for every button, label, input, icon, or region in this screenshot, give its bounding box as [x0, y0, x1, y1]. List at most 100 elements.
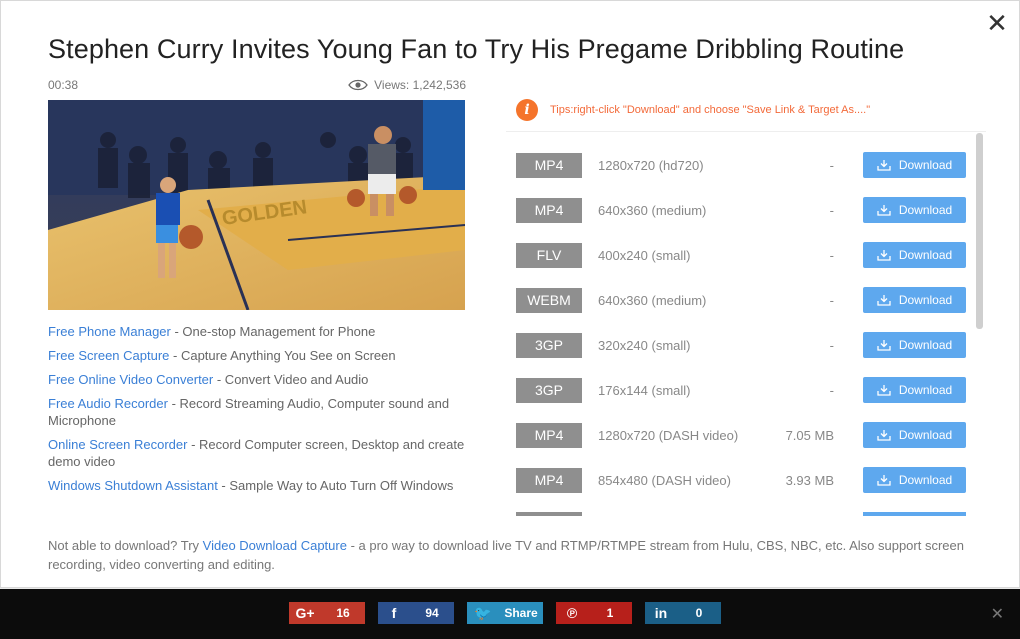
format-list: MP4 1280x720 (hd720) - Download MP4 640x360 (…: [506, 131, 986, 516]
download-label: Download: [898, 248, 953, 262]
list-item: Online Screen Recorder - Record Computer…: [48, 436, 468, 470]
video-duration: 00:38: [48, 78, 79, 92]
share-count: 94: [425, 606, 439, 620]
twitter-icon: 🐦: [474, 604, 492, 621]
linkedin-icon: in: [654, 605, 668, 621]
related-links: Free Phone Manager - One-stop Management…: [48, 323, 468, 501]
googleplus-icon: G+: [295, 605, 315, 621]
format-badge: FLV: [516, 243, 582, 268]
download-button-partial[interactable]: [863, 512, 966, 516]
share-count: Share: [504, 606, 538, 620]
pinterest-icon: ℗: [566, 605, 578, 621]
link-free-screen-capture[interactable]: Free Screen Capture: [48, 348, 169, 363]
link-description: - Capture Anything You See on Screen: [169, 348, 396, 363]
format-resolution: 854x480 (DASH video): [598, 473, 731, 488]
download-label: Download: [898, 158, 953, 172]
views-label: Views: 1,242,536: [374, 78, 466, 92]
download-button[interactable]: Download: [863, 377, 966, 403]
format-size: -: [829, 158, 834, 173]
format-badge: MP4: [516, 468, 582, 493]
link-free-online-video-converter[interactable]: Free Online Video Converter: [48, 372, 213, 387]
table-row: MP4 640x360 (medium) - Download: [506, 177, 986, 223]
download-button[interactable]: Download: [863, 287, 966, 313]
link-free-audio-recorder[interactable]: Free Audio Recorder: [48, 396, 168, 411]
share-button-pinterest[interactable]: ℗ 1: [556, 602, 632, 624]
close-button[interactable]: ✕: [985, 11, 1009, 37]
format-size: -: [829, 203, 834, 218]
download-icon: [877, 295, 891, 306]
link-description: - Convert Video and Audio: [213, 372, 369, 387]
link-description: - Sample Way to Auto Turn Off Windows: [217, 478, 454, 493]
format-badge: MP4: [516, 423, 582, 448]
format-size: 7.05 MB: [785, 428, 834, 443]
download-icon: [877, 160, 891, 171]
list-item: Free Screen Capture - Capture Anything Y…: [48, 347, 468, 364]
format-badge: WEBM: [516, 288, 582, 313]
table-row: WEBM 640x360 (medium) - Download: [506, 267, 986, 313]
format-size: -: [829, 248, 834, 263]
format-resolution: 640x360 (medium): [598, 293, 707, 308]
share-count: 0: [695, 606, 703, 620]
share-button-twitter[interactable]: 🐦 Share: [467, 602, 543, 624]
download-button[interactable]: Download: [863, 242, 966, 268]
eye-icon: [348, 79, 368, 91]
basketball-court-image: GOLDEN: [48, 100, 465, 310]
facebook-icon: f: [391, 605, 397, 621]
views-count: Views: 1,242,536: [348, 78, 466, 92]
format-resolution: 1280x720 (DASH video): [598, 428, 739, 443]
share-button-googleplus[interactable]: G+ 16: [289, 602, 365, 624]
download-icon: [877, 205, 891, 216]
share-count: 16: [336, 606, 350, 620]
format-size: -: [829, 293, 834, 308]
table-row: MP4 1280x720 (hd720) - Download: [506, 132, 986, 178]
format-badge-partial: [516, 512, 582, 516]
table-row: 3GP 176x144 (small) - Download: [506, 357, 986, 403]
info-icon: i: [516, 99, 538, 121]
table-row: MP4 854x480 (DASH video) 3.93 MB Download: [506, 447, 986, 493]
format-badge: 3GP: [516, 378, 582, 403]
link-online-screen-recorder[interactable]: Online Screen Recorder: [48, 437, 187, 452]
download-button[interactable]: Download: [863, 152, 966, 178]
video-thumbnail[interactable]: GOLDEN: [48, 100, 465, 310]
download-label: Download: [898, 473, 953, 487]
download-button[interactable]: Download: [863, 332, 966, 358]
list-item: Free Phone Manager - One-stop Management…: [48, 323, 468, 340]
download-label: Download: [898, 428, 953, 442]
download-label: Download: [898, 338, 953, 352]
link-video-download-capture[interactable]: Video Download Capture: [203, 538, 347, 553]
format-badge: MP4: [516, 198, 582, 223]
tip-text: Tips:right-click "Download" and choose "…: [550, 104, 871, 116]
download-button[interactable]: Download: [863, 422, 966, 448]
format-resolution: 400x240 (small): [598, 248, 691, 263]
format-size: -: [829, 383, 834, 398]
download-icon: [877, 250, 891, 261]
format-resolution: 640x360 (medium): [598, 203, 707, 218]
share-button-linkedin[interactable]: in 0: [645, 602, 721, 624]
share-bar-close-button[interactable]: ✕: [991, 606, 1004, 622]
video-meta: 00:38 Views: 1,242,536: [48, 78, 466, 94]
table-row: 3GP 320x240 (small) - Download: [506, 312, 986, 358]
download-icon: [877, 475, 891, 486]
tip-banner: i Tips:right-click "Download" and choose…: [516, 99, 870, 121]
download-button[interactable]: Download: [863, 197, 966, 223]
download-label: Download: [898, 293, 953, 307]
download-button[interactable]: Download: [863, 467, 966, 493]
format-badge: MP4: [516, 153, 582, 178]
link-description: - One-stop Management for Phone: [170, 324, 376, 339]
format-size: -: [829, 338, 834, 353]
format-size: 3.93 MB: [785, 473, 834, 488]
footer-note: Not able to download? Try Video Download…: [48, 536, 978, 574]
link-free-phone-manager[interactable]: Free Phone Manager: [48, 324, 171, 339]
download-label: Download: [898, 383, 953, 397]
footer-prefix: Not able to download? Try: [48, 538, 203, 553]
table-row: FLV 400x240 (small) - Download: [506, 222, 986, 268]
download-icon: [877, 340, 891, 351]
download-icon: [877, 430, 891, 441]
format-list-scrollbar[interactable]: [976, 133, 983, 329]
link-windows-shutdown-assistant[interactable]: Windows Shutdown Assistant: [48, 478, 218, 493]
download-label: Download: [898, 203, 953, 217]
social-share-bar: ✕ G+ 16 f 94 🐦 Share ℗ 1 in 0: [0, 589, 1020, 639]
list-item: Free Audio Recorder - Record Streaming A…: [48, 395, 468, 429]
table-row: MP4 1280x720 (DASH video) 7.05 MB Download: [506, 402, 986, 448]
share-button-facebook[interactable]: f 94: [378, 602, 454, 624]
